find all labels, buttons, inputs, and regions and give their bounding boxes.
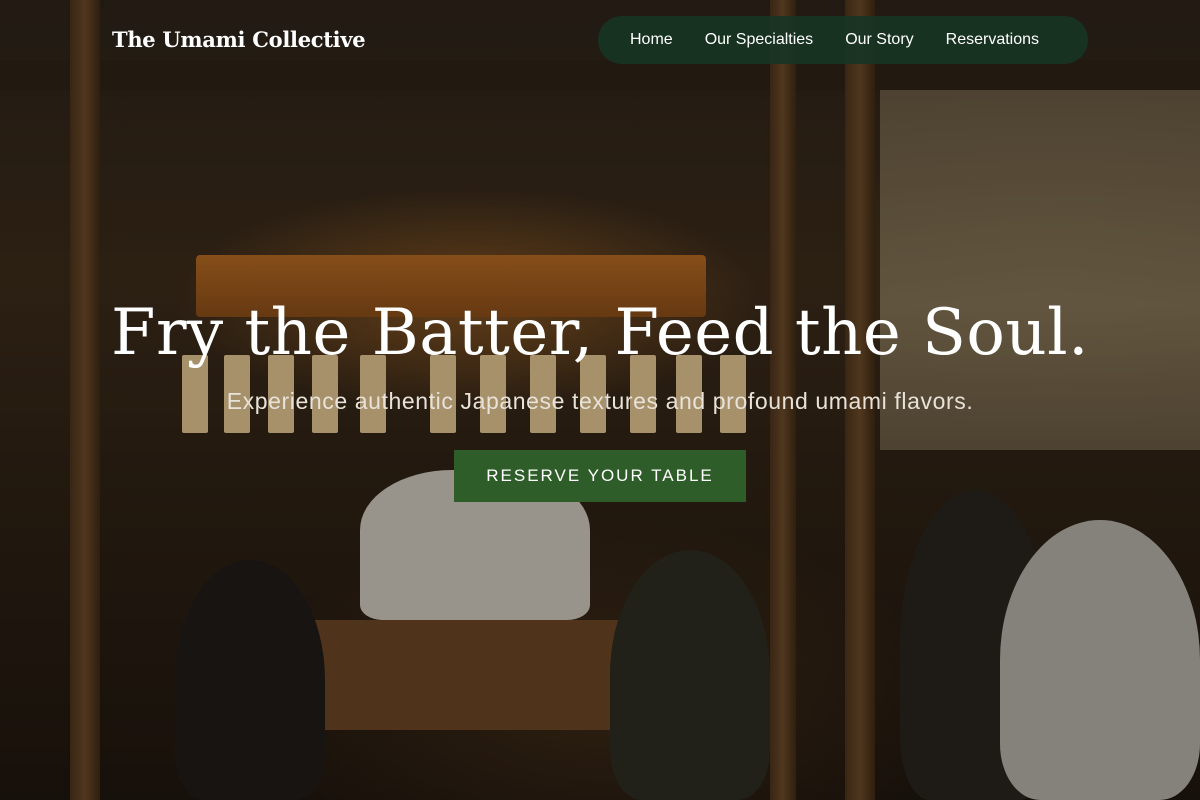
brand-logo[interactable]: The Umami Collective bbox=[112, 27, 366, 52]
nav-link-our-specialties[interactable]: Our Specialties bbox=[705, 31, 814, 49]
nav-link-home[interactable]: Home bbox=[630, 31, 673, 49]
main-nav: Home Our Specialties Our Story Reservati… bbox=[598, 16, 1088, 64]
hero-subtitle: Experience authentic Japanese textures a… bbox=[226, 388, 974, 414]
reserve-table-button[interactable]: RESERVE YOUR TABLE bbox=[454, 450, 746, 502]
nav-link-our-story[interactable]: Our Story bbox=[845, 31, 913, 49]
hero-title: Fry the Batter, Feed the Soul. bbox=[111, 296, 1089, 370]
landing-page: The Umami Collective Home Our Specialtie… bbox=[0, 0, 1200, 800]
nav-link-reservations[interactable]: Reservations bbox=[946, 31, 1039, 49]
